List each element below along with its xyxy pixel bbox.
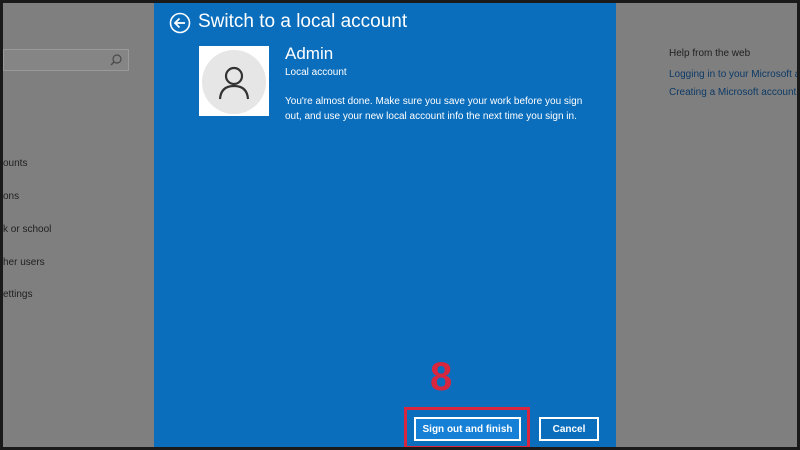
sign-out-and-finish-button[interactable]: Sign out and finish bbox=[414, 417, 521, 441]
sidebar-item-accounts[interactable]: ounts bbox=[3, 158, 27, 169]
sidebar-item-sync-settings[interactable]: ettings bbox=[3, 289, 32, 300]
step-number-annotation: 8 bbox=[430, 355, 453, 399]
avatar bbox=[199, 46, 269, 116]
cancel-button[interactable]: Cancel bbox=[539, 417, 599, 441]
sidebar-item-sign-in-options[interactable]: ons bbox=[3, 191, 19, 202]
help-title: Help from the web bbox=[669, 48, 751, 59]
help-link-logging-in[interactable]: Logging in to your Microsoft ac bbox=[669, 69, 797, 80]
user-avatar-icon bbox=[218, 66, 250, 100]
search-input[interactable] bbox=[3, 49, 129, 71]
search-icon bbox=[110, 54, 122, 66]
account-type: Local account bbox=[285, 67, 347, 78]
dialog-title: Switch to a local account bbox=[198, 11, 408, 32]
dialog-message: You're almost done. Make sure you save y… bbox=[285, 96, 583, 122]
screenshot-frame: ounts ons k or school her users ettings … bbox=[3, 3, 797, 447]
account-name: Admin bbox=[285, 44, 334, 63]
sidebar-item-work-or-school[interactable]: k or school bbox=[3, 224, 51, 235]
sidebar-item-other-users[interactable]: her users bbox=[3, 257, 45, 268]
switch-account-dialog: Switch to a local account Admin Local ac… bbox=[154, 3, 616, 447]
back-arrow-icon[interactable] bbox=[169, 12, 191, 34]
help-link-create-account[interactable]: Creating a Microsoft account bbox=[669, 87, 796, 98]
